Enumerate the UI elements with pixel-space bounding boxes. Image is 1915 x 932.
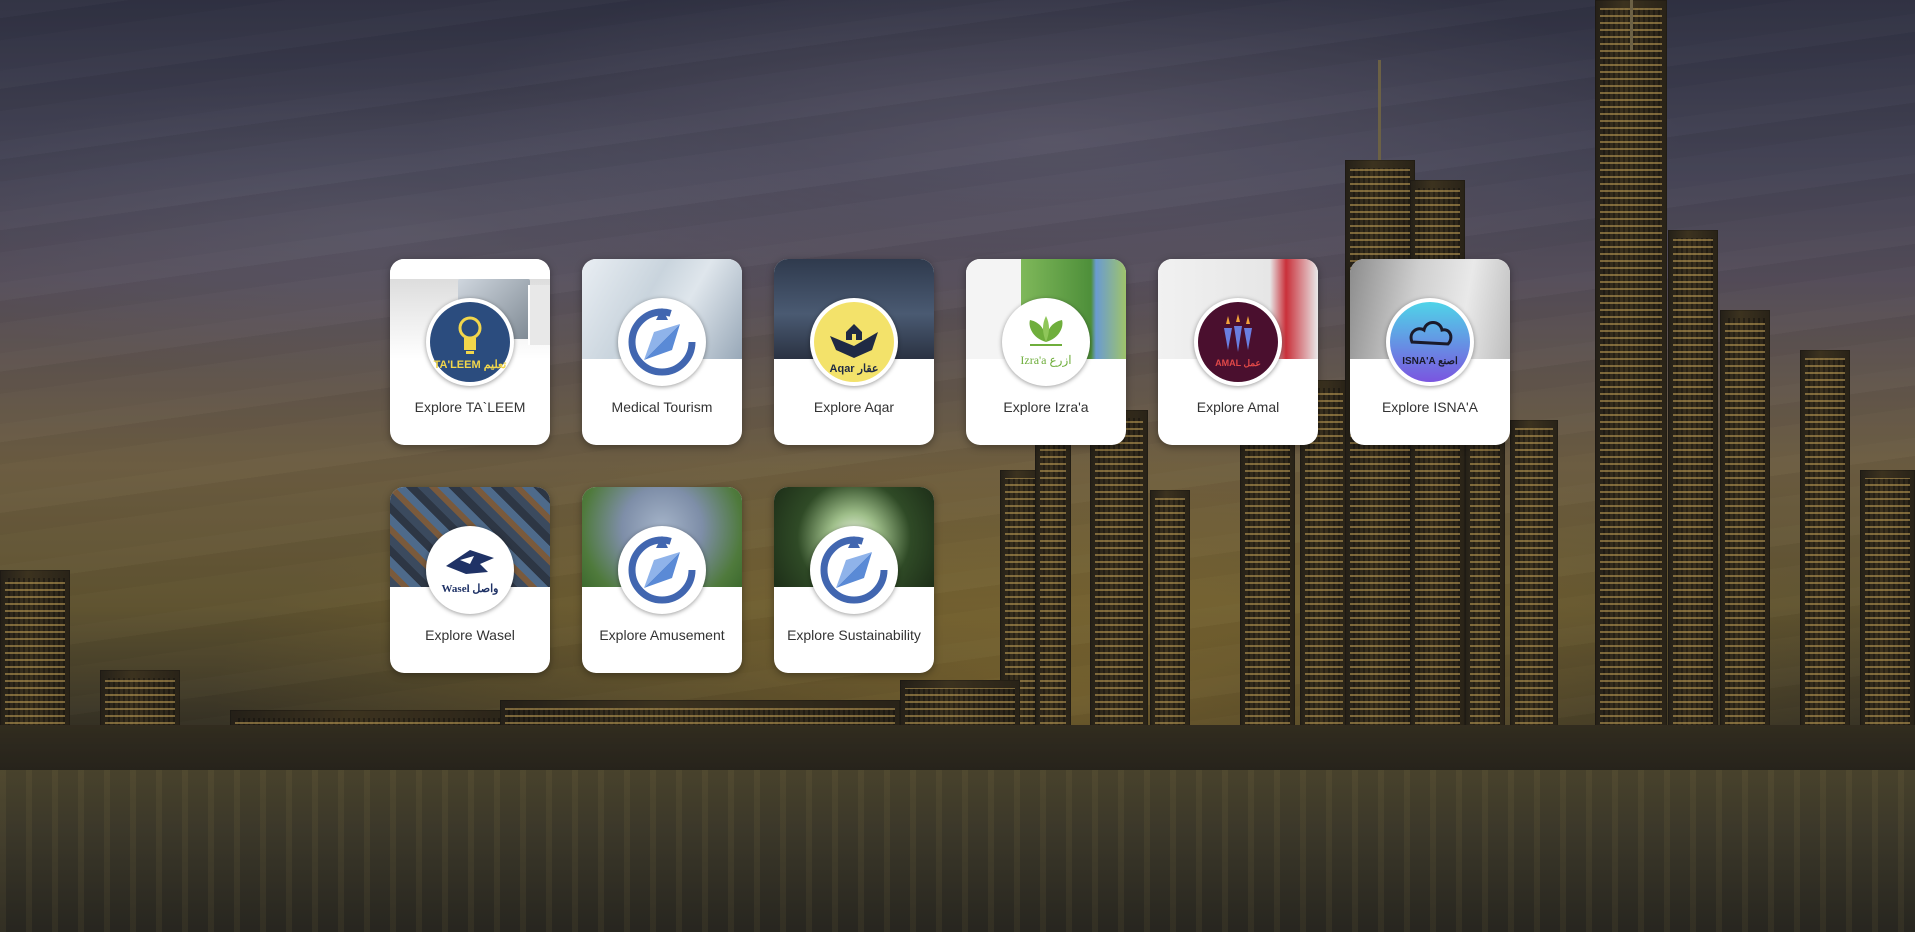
card-label: Explore Amusement [599, 627, 725, 643]
svg-text:Wasel واصل: Wasel واصل [442, 583, 499, 595]
card-label: Explore Sustainability [787, 627, 921, 643]
isnaa-logo-icon: ISNA'A اصنع [1386, 298, 1474, 386]
city-skyline-background [0, 0, 1915, 932]
card-label: Explore ISNA'A [1381, 399, 1479, 415]
card-taleem[interactable]: TA'LEEM تعليم Explore TA`LEEM [390, 259, 550, 445]
taleem-logo-icon: TA'LEEM تعليم [426, 298, 514, 386]
card-medical-tourism[interactable]: Medical Tourism [582, 259, 742, 445]
svg-text:ISNA'A اصنع: ISNA'A اصنع [1402, 356, 1458, 367]
compass-logo-icon [810, 526, 898, 614]
card-label: Explore Wasel [425, 627, 515, 643]
wasel-logo-icon: Wasel واصل [426, 526, 514, 614]
card-label: Explore TA`LEEM [414, 399, 526, 415]
card-sustainability[interactable]: Explore Sustainability [774, 487, 934, 673]
aqar-logo-icon: Aqar عقار [810, 298, 898, 386]
card-label: Explore Aqar [813, 399, 895, 415]
card-amusement[interactable]: Explore Amusement [582, 487, 742, 673]
card-wasel[interactable]: Wasel واصل Explore Wasel [390, 487, 550, 673]
izraa-logo-icon: Izra'a ازرع [1002, 298, 1090, 386]
card-label: Medical Tourism [611, 399, 713, 415]
compass-logo-icon [618, 298, 706, 386]
svg-text:Aqar عقار: Aqar عقار [830, 363, 879, 375]
svg-text:Izra'a ازرع: Izra'a ازرع [1020, 353, 1071, 367]
card-izraa[interactable]: Izra'a ازرع Explore Izra'a [966, 259, 1126, 445]
card-amal[interactable]: AMAL عمل Explore Amal [1158, 259, 1318, 445]
card-aqar[interactable]: Aqar عقار Explore Aqar [774, 259, 934, 445]
card-label: Explore Izra'a [1003, 399, 1089, 415]
amal-logo-icon: AMAL عمل [1194, 298, 1282, 386]
svg-text:TA'LEEM تعليم: TA'LEEM تعليم [434, 359, 507, 371]
compass-logo-icon [618, 526, 706, 614]
svg-text:AMAL عمل: AMAL عمل [1215, 358, 1261, 368]
card-label: Explore Amal [1196, 399, 1280, 415]
card-isnaa[interactable]: ISNA'A اصنع Explore ISNA'A [1350, 259, 1510, 445]
